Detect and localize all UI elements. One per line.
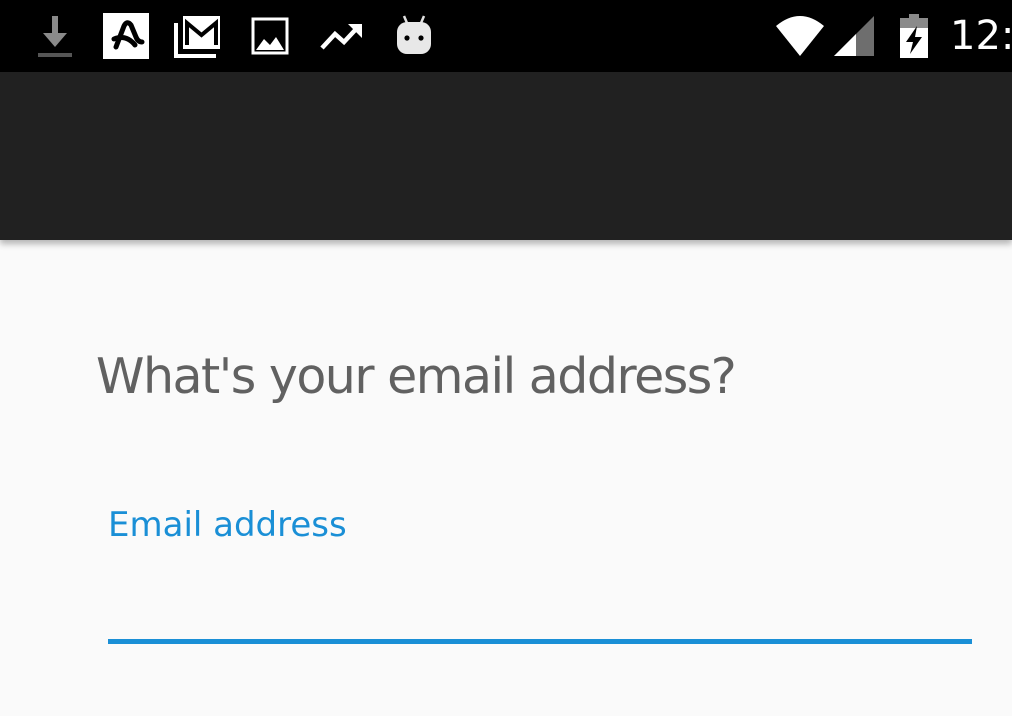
trending-up-icon — [318, 12, 366, 60]
android-icon — [390, 12, 438, 60]
avast-icon — [102, 12, 150, 60]
email-field-label: Email address — [108, 505, 347, 545]
download-icon — [31, 12, 79, 60]
app-bar — [0, 72, 1012, 240]
battery-charging-icon — [890, 12, 938, 60]
email-form: What's your email address? Email address — [0, 240, 1012, 716]
wifi-icon — [774, 12, 826, 60]
gmail-icon — [174, 12, 222, 60]
email-field[interactable]: Email address — [108, 502, 972, 654]
screen: 12:4 What's your email address? Email ad… — [0, 0, 1012, 716]
image-icon — [246, 12, 294, 60]
clock-time: 12:4 — [950, 13, 1012, 59]
email-prompt-heading: What's your email address? — [96, 348, 737, 405]
status-bar: 12:4 — [0, 0, 1012, 72]
email-input[interactable] — [108, 564, 972, 644]
signal-icon — [830, 12, 878, 60]
